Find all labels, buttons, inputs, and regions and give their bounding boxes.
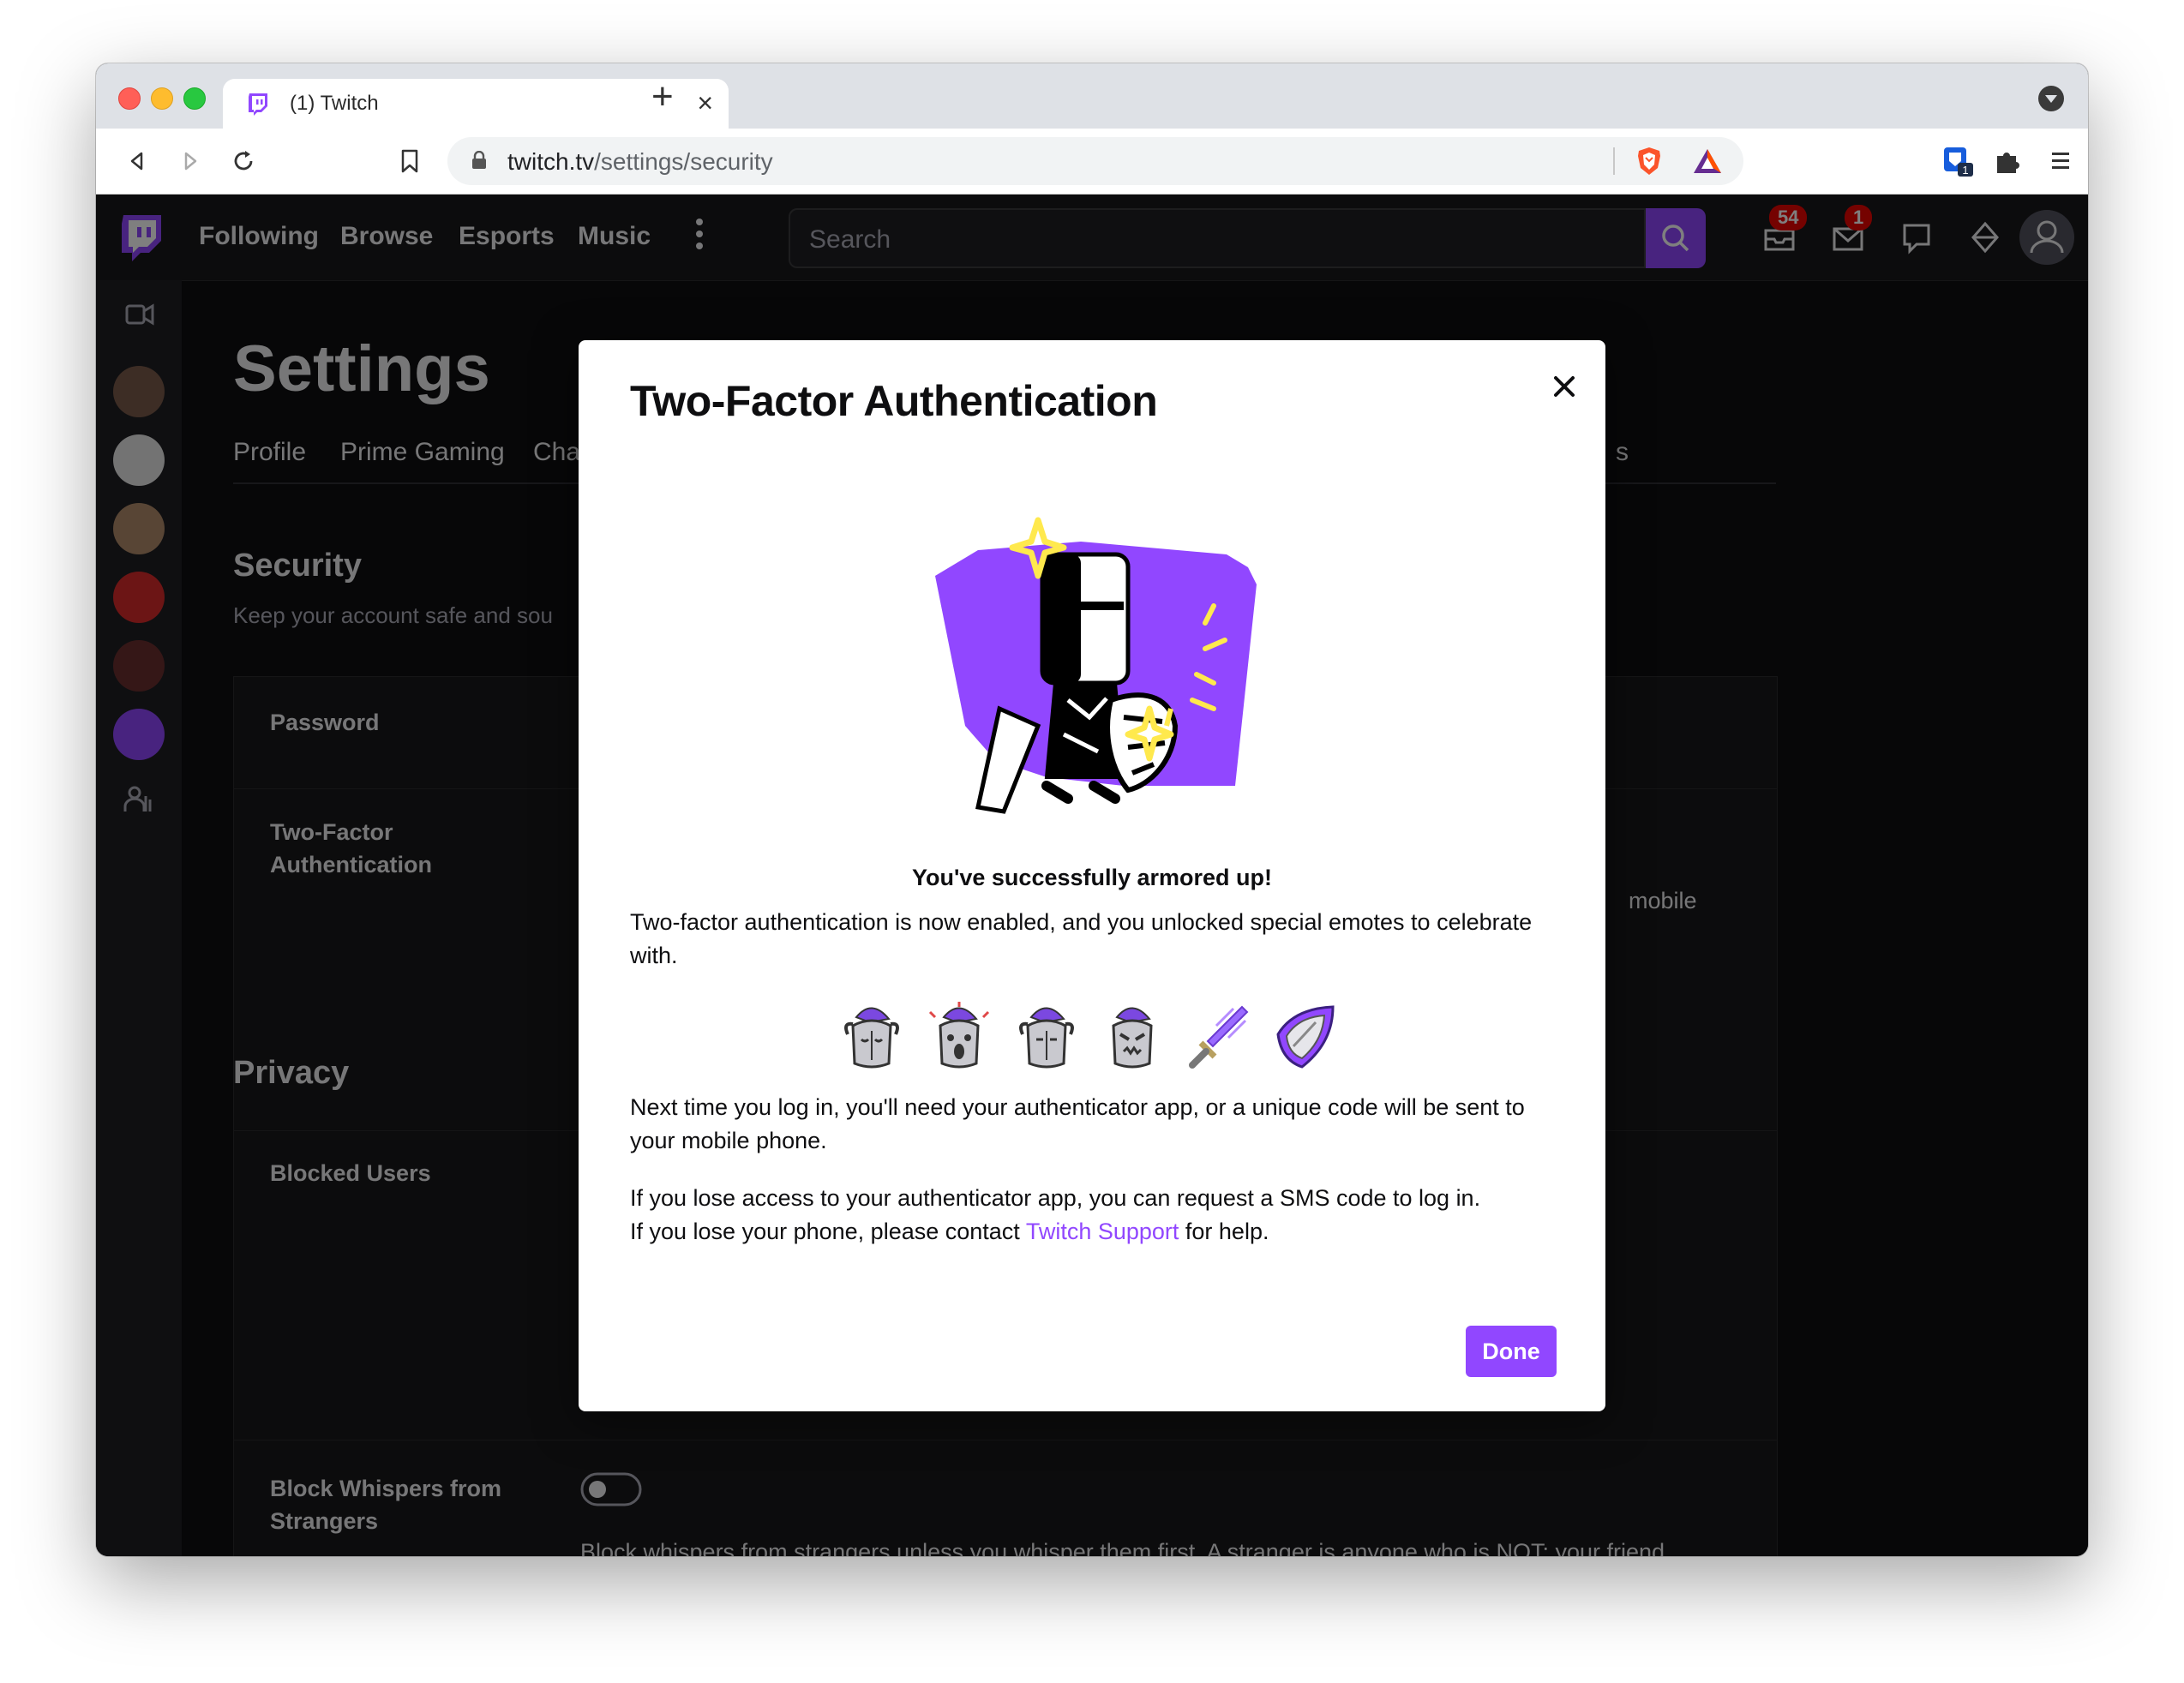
tab-search-icon[interactable]: [2038, 86, 2064, 111]
password-manager-extension-icon[interactable]: 1: [1941, 144, 1975, 178]
next-login-paragraph: Next time you log in, you'll need your a…: [630, 1094, 1525, 1153]
two-factor-success-modal: Two-Factor Authentication You've success…: [579, 340, 1605, 1411]
new-tab-icon[interactable]: +: [651, 75, 674, 118]
url-text: twitch.tv/settings/security: [507, 148, 773, 175]
extension-badge: 1: [1962, 164, 1968, 177]
modal-title: Two-Factor Authentication: [630, 377, 1158, 425]
maximize-window-button[interactable]: [183, 87, 206, 110]
emote-shield-icon: [1276, 1005, 1335, 1069]
emote-knight-angry-icon: [1112, 1007, 1153, 1069]
emote-knight-calm-icon: [1019, 1007, 1074, 1069]
twitch-favicon-icon: [249, 93, 267, 116]
emote-knight-shocked-icon: [928, 1002, 990, 1069]
tab-title: (1) Twitch: [290, 92, 379, 115]
enabled-paragraph: Two-factor authentication is now enabled…: [630, 909, 1533, 968]
success-headline: You've successfully armored up!: [911, 865, 1273, 890]
omnibox-divider: [1613, 147, 1615, 175]
lost-phone-line: If you lose your phone, please contact T…: [630, 1219, 1269, 1244]
back-icon[interactable]: [120, 144, 154, 178]
reload-icon[interactable]: [226, 144, 261, 178]
bookmark-icon[interactable]: [393, 144, 427, 178]
address-bar[interactable]: twitch.tv/settings/security: [447, 137, 1743, 185]
tab-strip: (1) Twitch × +: [96, 63, 2088, 129]
forward-icon[interactable]: [173, 144, 207, 178]
browser-menu-icon[interactable]: [2043, 144, 2078, 178]
browser-toolbar: twitch.tv/settings/security 1: [96, 129, 2088, 195]
close-window-button[interactable]: [118, 87, 141, 110]
emote-knight-sleepy-icon: [844, 1007, 899, 1069]
brave-rewards-icon[interactable]: [1692, 147, 1723, 175]
extensions-puzzle-icon[interactable]: [1990, 144, 2025, 178]
tab-close-icon[interactable]: ×: [697, 87, 713, 119]
unlocked-emotes: [836, 1000, 1350, 1077]
done-button[interactable]: Done: [1466, 1326, 1557, 1377]
emote-sword-icon: [1189, 1005, 1249, 1069]
brave-shields-icon[interactable]: [1634, 146, 1665, 177]
minimize-window-button[interactable]: [151, 87, 173, 110]
lost-app-line: If you lose access to your authenticator…: [630, 1185, 1481, 1211]
armored-knight-illustration: [935, 517, 1257, 814]
lost-access-paragraph: If you lose access to your authenticator…: [630, 1182, 1564, 1249]
close-icon[interactable]: [1544, 366, 1585, 407]
twitch-support-link[interactable]: Twitch Support: [1026, 1219, 1179, 1244]
lock-icon: [472, 151, 486, 169]
